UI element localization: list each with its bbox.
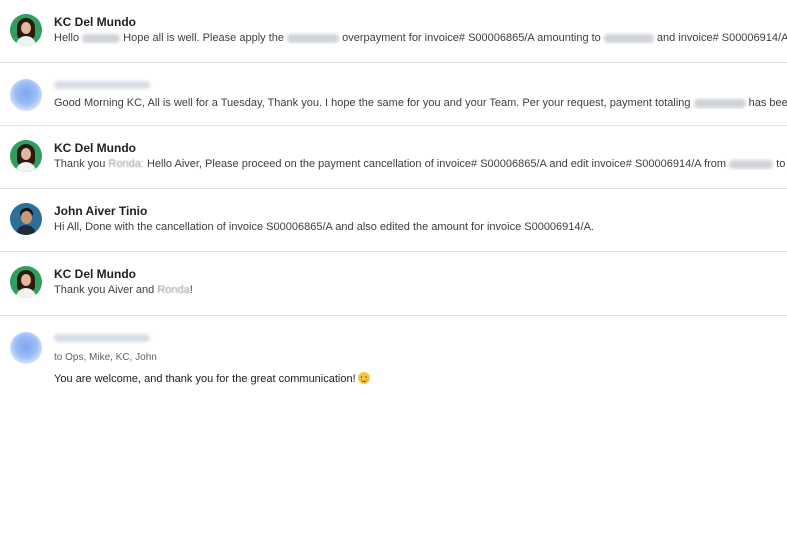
thread-message[interactable]: KC Del Mundo Thank you Aiver and Ronda!: [0, 252, 787, 316]
smiling-face-icon: [357, 372, 370, 384]
thread-message[interactable]: KC Del Mundo Hello Hope all is well. Ple…: [0, 0, 787, 63]
thread-message[interactable]: KC Del Mundo Thank you Ronda: Hello Aive…: [0, 126, 787, 189]
message-snippet: Hello Hope all is well. Please apply the…: [54, 32, 787, 44]
redacted-name: Ronda:: [108, 158, 144, 170]
avatar[interactable]: [10, 14, 42, 46]
avatar[interactable]: [10, 140, 42, 172]
avatar[interactable]: [10, 266, 42, 298]
sender-name-redacted: [54, 334, 150, 342]
thread-message-expanded[interactable]: to Ops, Mike, KC, John You are welcome, …: [0, 316, 787, 406]
sender-name: John Aiver Tinio: [54, 204, 148, 218]
thread-message[interactable]: John Aiver Tinio Hi All, Done with the c…: [0, 189, 787, 252]
redacted-text: [693, 98, 746, 108]
message-snippet: Thank you Aiver and Ronda!: [54, 284, 193, 296]
redacted-text: [287, 33, 340, 43]
recipients-line[interactable]: to Ops, Mike, KC, John: [54, 352, 157, 363]
avatar[interactable]: [10, 203, 42, 235]
message-body: You are welcome, and thank you for the g…: [54, 372, 370, 385]
message-snippet: Good Morning KC, All is well for a Tuesd…: [54, 97, 787, 109]
thread-message[interactable]: Good Morning KC, All is well for a Tuesd…: [0, 63, 787, 126]
email-thread: KC Del Mundo Hello Hope all is well. Ple…: [0, 0, 787, 406]
redacted-name: Ronda: [157, 284, 190, 296]
message-snippet: Hi All, Done with the cancellation of in…: [54, 221, 594, 233]
sender-name: KC Del Mundo: [54, 141, 136, 155]
avatar[interactable]: [10, 332, 42, 364]
avatar[interactable]: [10, 79, 42, 111]
sender-name-redacted: [54, 81, 150, 89]
sender-name: KC Del Mundo: [54, 15, 136, 29]
redacted-text: [82, 33, 121, 43]
redacted-text: [729, 159, 774, 169]
message-snippet: Thank you Ronda: Hello Aiver, Please pro…: [54, 158, 787, 170]
sender-name: KC Del Mundo: [54, 267, 136, 281]
redacted-text: [603, 33, 654, 43]
